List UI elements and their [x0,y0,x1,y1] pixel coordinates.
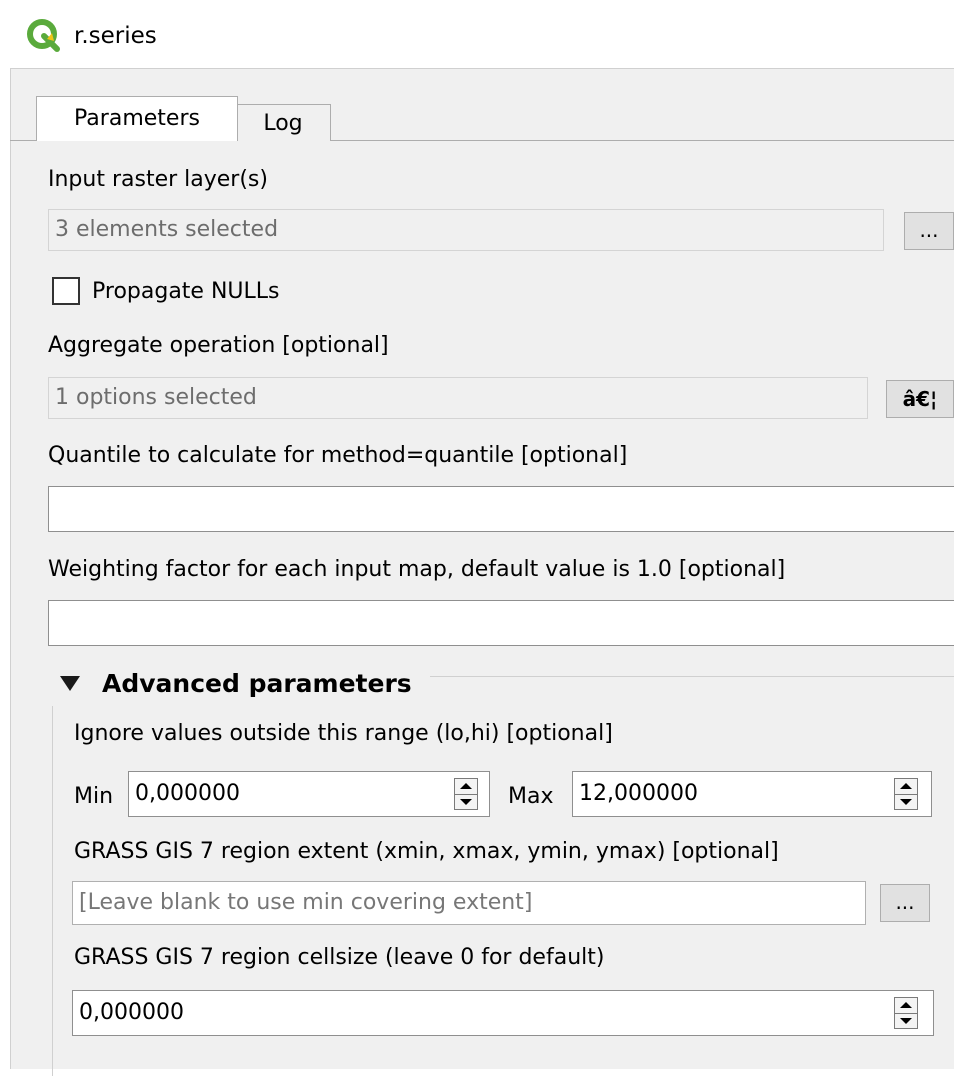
max-spinner[interactable] [894,778,918,810]
cellsize-value: 0,000000 [79,1000,184,1025]
weighting-input[interactable] [48,600,954,646]
min-value: 0,000000 [135,781,240,806]
quantile-input[interactable] [48,486,954,532]
window-title: r.series [74,23,157,49]
cellsize-label: GRASS GIS 7 region cellsize (leave 0 for… [74,945,605,970]
cellsize-input[interactable]: 0,000000 [72,990,934,1036]
min-spinner[interactable] [454,778,478,810]
advanced-parameters-title[interactable]: Advanced parameters [102,668,412,700]
max-value: 12,000000 [579,781,698,806]
input-raster-browse-button[interactable]: ... [904,212,954,250]
weighting-label: Weighting factor for each input map, def… [48,557,786,582]
spin-up-icon[interactable] [900,783,912,789]
max-label: Max [508,784,554,809]
propagate-nulls-checkbox[interactable] [52,277,80,305]
spin-down-icon[interactable] [900,1018,912,1024]
max-input[interactable]: 12,000000 [572,771,932,817]
range-label: Ignore values outside this range (lo,hi)… [74,721,613,746]
min-input[interactable]: 0,000000 [128,771,490,817]
tab-parameters[interactable]: Parameters [36,96,238,141]
spin-up-icon[interactable] [460,783,472,789]
quantile-label: Quantile to calculate for method=quantil… [48,443,628,468]
input-raster-field[interactable]: 3 elements selected [48,209,884,251]
spin-down-icon[interactable] [900,799,912,805]
spin-up-icon[interactable] [900,1002,912,1008]
cellsize-spinner[interactable] [894,997,918,1029]
region-extent-label: GRASS GIS 7 region extent (xmin, xmax, y… [74,839,779,864]
aggregate-operation-field[interactable]: 1 options selected [48,377,868,419]
aggregate-operation-button[interactable]: â€¦ [886,380,954,418]
aggregate-operation-label: Aggregate operation [optional] [48,333,389,358]
input-raster-label: Input raster layer(s) [48,167,268,192]
tab-log[interactable]: Log [236,104,331,141]
spin-down-icon[interactable] [460,799,472,805]
min-label: Min [74,784,114,809]
region-extent-browse-button[interactable]: ... [880,884,930,922]
qgis-logo-icon [27,19,60,52]
region-extent-input[interactable]: [Leave blank to use min covering extent] [72,881,866,925]
collapse-triangle-icon[interactable] [60,676,80,691]
propagate-nulls-label: Propagate NULLs [92,279,280,304]
